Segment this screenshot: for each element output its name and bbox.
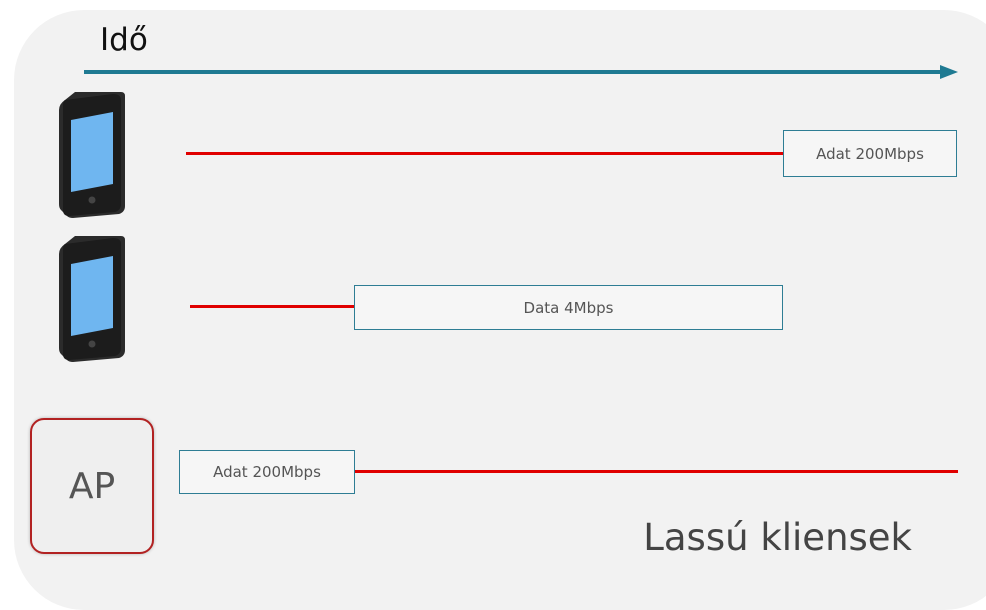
data-frame-box: Data 4Mbps [354, 285, 783, 330]
slide-caption: Lassú kliensek [643, 516, 912, 559]
time-axis-arrowhead-icon [940, 65, 958, 79]
transmission-line [355, 470, 958, 473]
time-axis-label: Idő [100, 22, 148, 58]
time-axis-line [84, 70, 944, 74]
tablet-icon [59, 92, 125, 218]
data-frame-box: Adat 200Mbps [179, 450, 355, 494]
transmission-line [190, 305, 354, 308]
tablet-icon [59, 236, 125, 362]
data-frame-box: Adat 200Mbps [783, 130, 957, 177]
transmission-line [186, 152, 783, 155]
access-point-box: AP [30, 418, 154, 554]
